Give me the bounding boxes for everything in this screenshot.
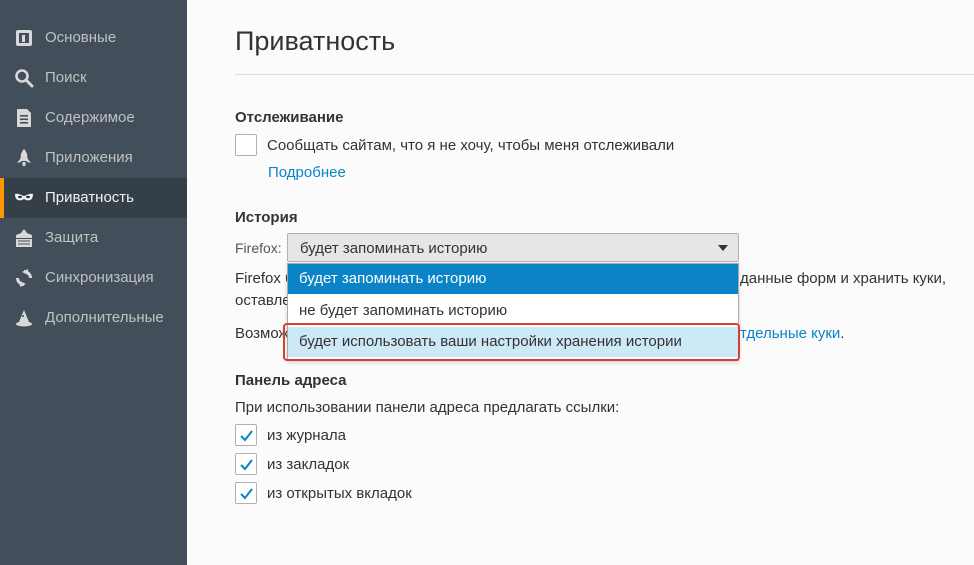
checkmark-icon bbox=[240, 488, 253, 500]
sidebar-item-advanced[interactable]: Дополнительные bbox=[0, 298, 187, 338]
sidebar-item-label: Дополнительные bbox=[45, 309, 164, 326]
divider bbox=[235, 74, 974, 75]
sidebar-item-label: Синхронизация bbox=[45, 269, 154, 286]
history-mode-dropdown: будет запоминать историю не будет запоми… bbox=[287, 263, 739, 361]
general-icon bbox=[14, 28, 34, 48]
main-content: Приватность Отслеживание Сообщать сайтам… bbox=[187, 0, 974, 565]
sidebar-item-search[interactable]: Поиск bbox=[0, 58, 187, 98]
do-not-track-checkbox[interactable] bbox=[235, 134, 257, 156]
shield-icon bbox=[14, 228, 34, 248]
sidebar-item-label: Основные bbox=[45, 29, 117, 46]
sidebar: Основные Поиск Содержимое Приложения При… bbox=[0, 0, 187, 565]
history-heading: История bbox=[235, 209, 298, 226]
sidebar-item-content[interactable]: Содержимое bbox=[0, 98, 187, 138]
wizard-icon bbox=[14, 308, 34, 328]
history-mode-select[interactable]: будет запоминать историю bbox=[287, 233, 739, 262]
suggest-history-label: из журнала bbox=[267, 427, 347, 444]
suggest-history-checkbox[interactable] bbox=[235, 424, 257, 446]
sidebar-item-label: Поиск bbox=[45, 69, 87, 86]
sidebar-item-general[interactable]: Основные bbox=[0, 18, 187, 58]
sidebar-item-label: Содержимое bbox=[45, 109, 135, 126]
suggest-bookmarks-label: из закладок bbox=[267, 456, 350, 473]
option-label: будет запоминать историю bbox=[299, 270, 487, 287]
page-title: Приватность bbox=[235, 26, 396, 56]
mask-icon bbox=[14, 188, 34, 208]
sidebar-item-sync[interactable]: Синхронизация bbox=[0, 258, 187, 298]
firefox-label: Firefox: bbox=[235, 240, 282, 256]
rocket-icon bbox=[14, 148, 34, 168]
address-bar-description: При использовании панели адреса предлага… bbox=[235, 399, 620, 416]
sidebar-item-label: Приватность bbox=[45, 189, 134, 206]
document-icon bbox=[14, 108, 34, 128]
history-select-value: будет запоминать историю bbox=[300, 240, 488, 257]
tracking-heading: Отслеживание bbox=[235, 109, 344, 126]
option-label: будет использовать ваши настройки хранен… bbox=[299, 333, 682, 350]
learn-more-link[interactable]: Подробнее bbox=[268, 164, 346, 181]
suggest-bookmarks-checkbox[interactable] bbox=[235, 453, 257, 475]
history-description-start: Firefox б bbox=[235, 270, 294, 287]
chevron-down-icon bbox=[718, 245, 728, 251]
option-label: не будет запоминать историю bbox=[299, 302, 508, 319]
history-cookies-tail: тдельные куки. bbox=[740, 325, 844, 342]
history-option-custom[interactable]: будет использовать ваши настройки хранен… bbox=[288, 327, 738, 357]
suggest-open-tabs-label: из открытых вкладок bbox=[267, 485, 412, 502]
do-not-track-label: Сообщать сайтам, что я не хочу, чтобы ме… bbox=[267, 137, 675, 154]
sidebar-item-privacy[interactable]: Приватность bbox=[0, 178, 187, 218]
history-description-line2: оставле bbox=[235, 292, 291, 309]
sidebar-item-label: Приложения bbox=[45, 149, 133, 166]
cookies-period: . bbox=[840, 325, 845, 342]
sidebar-item-label: Защита bbox=[45, 229, 99, 246]
history-option-never[interactable]: не будет запоминать историю bbox=[288, 296, 738, 326]
address-bar-heading: Панель адреса bbox=[235, 372, 347, 389]
sidebar-item-security[interactable]: Защита bbox=[0, 218, 187, 258]
checkmark-icon bbox=[240, 430, 253, 442]
cookies-link[interactable]: тдельные куки bbox=[740, 325, 840, 342]
history-description-end: данные форм и хранить куки, bbox=[740, 270, 947, 287]
sidebar-item-applications[interactable]: Приложения bbox=[0, 138, 187, 178]
sync-icon bbox=[14, 268, 34, 288]
history-cookies-text: Возмож bbox=[235, 325, 289, 342]
suggest-open-tabs-checkbox[interactable] bbox=[235, 482, 257, 504]
history-option-remember[interactable]: будет запоминать историю bbox=[288, 264, 738, 294]
checkmark-icon bbox=[240, 459, 253, 471]
search-icon bbox=[14, 68, 34, 88]
